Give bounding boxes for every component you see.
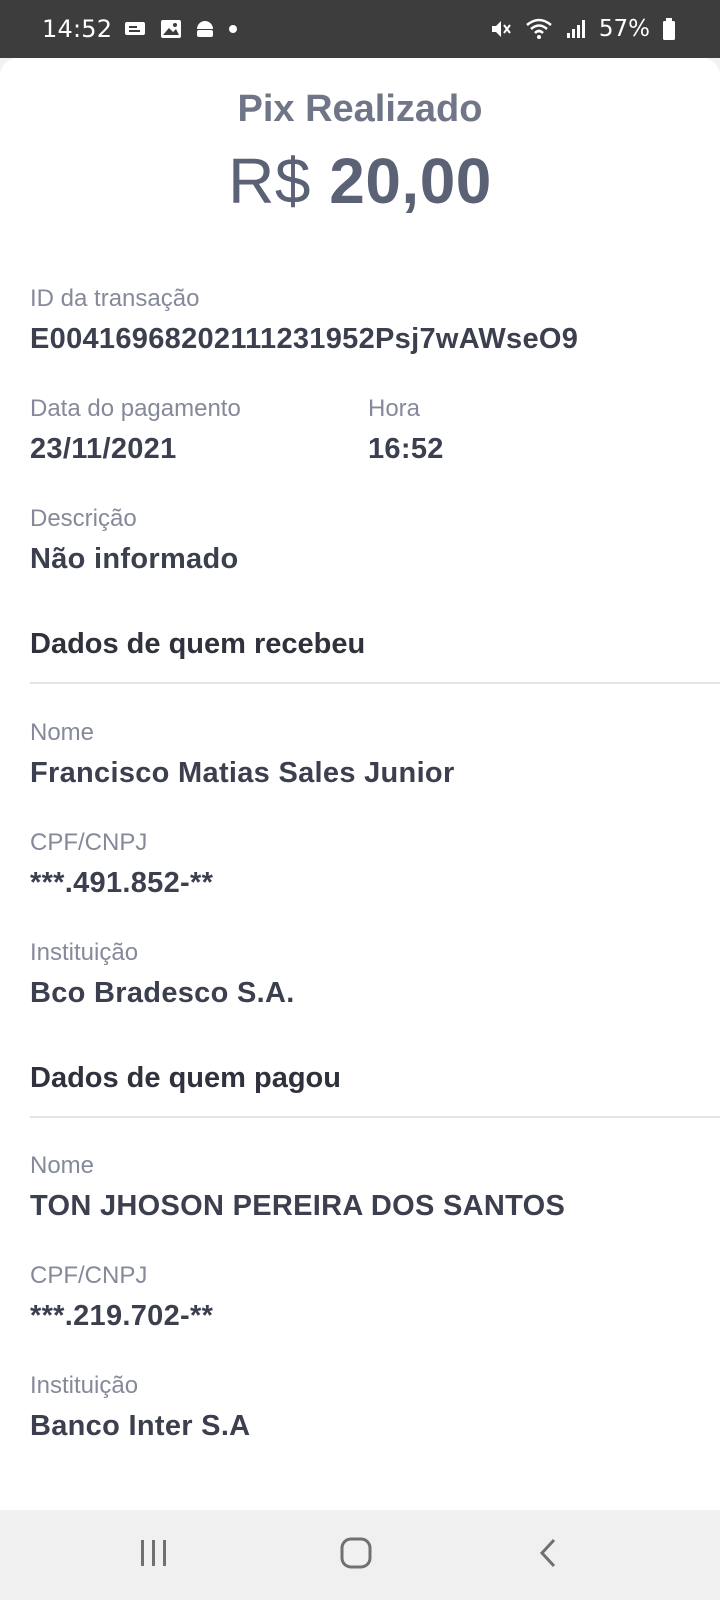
payer-doc-label: CPF/CNPJ: [30, 1262, 148, 1289]
receiver-institution-label: Instituição: [30, 939, 139, 966]
receiver-name-label: Nome: [30, 719, 95, 746]
amount: R$ 20,00: [0, 144, 720, 218]
payer-institution-field: Instituição Banco Inter S.A: [30, 1371, 250, 1445]
payment-date-field: Data do pagamento 23/11/2021: [30, 394, 241, 468]
battery-percent: 57%: [598, 16, 650, 42]
back-icon: [536, 1537, 560, 1574]
mute-icon: [489, 17, 513, 41]
receipt-sheet: Pix Realizado R$ 20,00 ID da transação E…: [0, 58, 720, 1510]
navigation-bar: [0, 1510, 720, 1600]
home-icon: [339, 1536, 373, 1575]
receiver-doc-field: CPF/CNPJ ***.491.852-**: [30, 828, 213, 902]
home-button[interactable]: [326, 1532, 386, 1578]
transaction-id-value: E00416968202111231952Psj7wAWseO9: [30, 323, 579, 355]
receiver-name-value: Francisco Matias Sales Junior: [30, 757, 455, 789]
payer-doc-field: CPF/CNPJ ***.219.702-**: [30, 1261, 213, 1335]
payer-name-field: Nome TON JHOSON PEREIRA DOS SANTOS: [30, 1151, 565, 1225]
payer-name-value: TON JHOSON PEREIRA DOS SANTOS: [30, 1190, 566, 1222]
recent-apps-icon: [138, 1538, 170, 1573]
page-title: Pix Realizado: [237, 88, 483, 130]
payer-divider: [30, 1116, 720, 1118]
amount-value: 20,00: [329, 145, 492, 217]
message-icon: [124, 19, 148, 39]
description-label: Descrição: [30, 505, 137, 532]
receiver-divider: [30, 682, 720, 684]
payer-institution-label: Instituição: [30, 1372, 139, 1399]
payer-institution-value: Banco Inter S.A: [30, 1410, 251, 1442]
receiver-institution-value: Bco Bradesco S.A.: [30, 977, 295, 1009]
android-icon: [194, 19, 216, 39]
dot-icon: [228, 24, 238, 34]
payer-doc-value: ***.219.702-**: [30, 1300, 214, 1332]
amount-currency: R$: [228, 145, 311, 217]
description-field: Descrição Não informado: [30, 504, 239, 578]
receiver-section-title: Dados de quem recebeu: [30, 628, 366, 660]
transaction-id-label: ID da transação: [30, 285, 200, 312]
receiver-name-field: Nome Francisco Matias Sales Junior: [30, 718, 455, 792]
recent-apps-button[interactable]: [124, 1532, 184, 1578]
battery-icon: [662, 17, 676, 41]
payment-hour-field: Hora 16:52: [368, 394, 444, 468]
status-right: 57%: [489, 16, 676, 42]
payment-date-value: 23/11/2021: [30, 433, 177, 465]
image-icon: [160, 19, 182, 39]
status-time: 14:52: [42, 15, 113, 43]
transaction-id-field: ID da transação E00416968202111231952Psj…: [30, 284, 578, 358]
receiver-institution-field: Instituição Bco Bradesco S.A.: [30, 938, 295, 1012]
payment-hour-label: Hora: [368, 395, 421, 422]
receiver-doc-label: CPF/CNPJ: [30, 829, 148, 856]
signal-icon: [565, 18, 587, 40]
payment-hour-value: 16:52: [368, 433, 444, 465]
status-left: 14:52: [42, 15, 238, 43]
status-bar: 14:52 57%: [0, 0, 720, 58]
wifi-icon: [525, 17, 553, 41]
payment-date-label: Data do pagamento: [30, 395, 241, 422]
back-button[interactable]: [518, 1532, 578, 1578]
receiver-doc-value: ***.491.852-**: [30, 867, 214, 899]
payer-name-label: Nome: [30, 1152, 95, 1179]
description-value: Não informado: [30, 543, 239, 575]
payer-section-title: Dados de quem pagou: [30, 1062, 341, 1094]
